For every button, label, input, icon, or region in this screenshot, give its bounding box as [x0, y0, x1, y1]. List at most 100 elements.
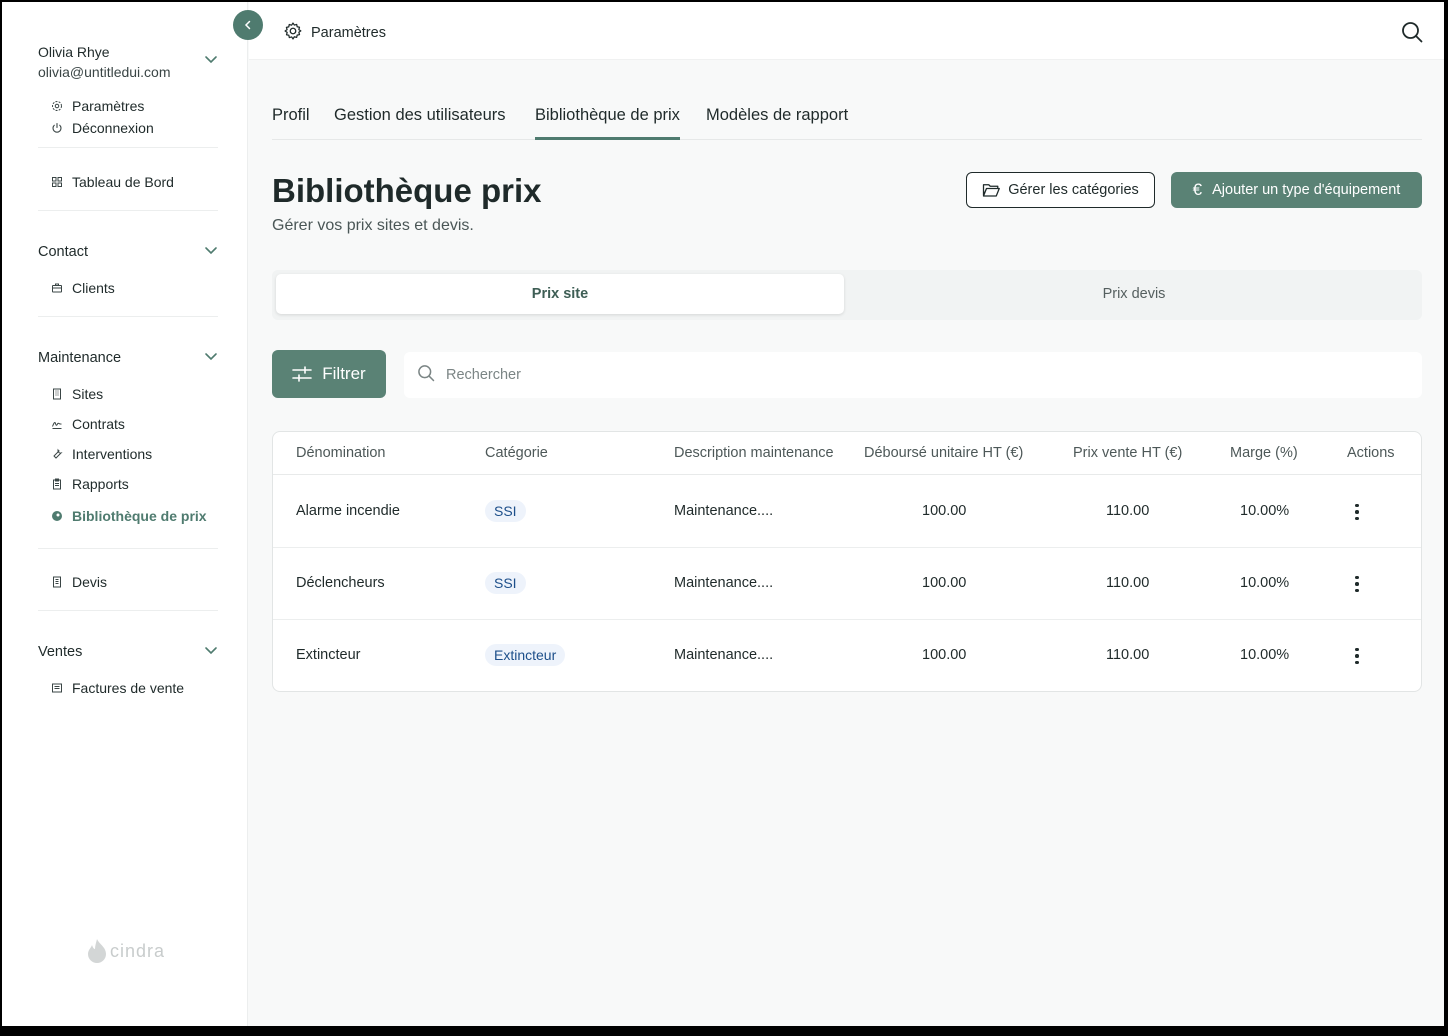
cell-description: Maintenance....	[674, 647, 774, 663]
topbar: Paramètres	[249, 2, 1444, 60]
power-icon	[50, 121, 64, 135]
cell-price: 110.00	[1106, 575, 1150, 591]
column-header: Déboursé unitaire HT (€)	[864, 445, 1024, 461]
divider	[38, 316, 218, 317]
more-actions-icon[interactable]	[1347, 500, 1367, 524]
more-actions-icon[interactable]	[1347, 572, 1367, 596]
sidebar-item-label: Contrats	[72, 416, 125, 432]
sidebar-item-label: Tableau de Bord	[72, 174, 174, 190]
divider	[38, 548, 218, 549]
tab-profil[interactable]: Profil	[272, 106, 310, 140]
column-header: Marge (%)	[1230, 445, 1298, 461]
section-title: Contact	[38, 244, 88, 260]
flame-icon	[88, 939, 106, 963]
add-equipment-label: Ajouter un type d'équipement	[1212, 182, 1401, 198]
divider	[38, 147, 218, 148]
search-input[interactable]	[446, 367, 1346, 383]
divider	[38, 610, 218, 611]
sidebar-item-rapports[interactable]: Rapports	[50, 474, 129, 494]
cell-cost: 100.00	[922, 503, 967, 519]
price-type-toggle: Prix site Prix devis	[272, 270, 1422, 320]
search-bar	[404, 352, 1422, 398]
category-badge: SSI	[485, 572, 526, 594]
tab-bibliotheque-de-prix[interactable]: Bibliothèque de prix	[535, 106, 680, 140]
add-equipment-type-button[interactable]: € Ajouter un type d'équipement	[1171, 172, 1422, 208]
more-actions-icon[interactable]	[1347, 644, 1367, 668]
price-table: Dénomination Catégorie Description maint…	[272, 431, 1422, 692]
column-header: Prix vente HT (€)	[1073, 445, 1183, 461]
sidebar-item-bibliotheque-de-prix[interactable]: Bibliothèque de prix	[50, 506, 207, 526]
sidebar-item-label: Factures de vente	[72, 680, 185, 696]
app-frame: Olivia Rhye olivia@untitledui.com Paramè…	[2, 2, 1444, 1026]
sidebar-item-label: Clients	[72, 280, 115, 296]
section-title: Maintenance	[38, 350, 122, 366]
sidebar-item-parametres[interactable]: Paramètres	[50, 96, 144, 116]
column-header: Catégorie	[485, 445, 548, 461]
tab-gestion-utilisateurs[interactable]: Gestion des utilisateurs	[334, 106, 506, 140]
invoice-icon	[50, 681, 64, 695]
settings-tabs: Profil Gestion des utilisateurs Biblioth…	[272, 106, 1422, 140]
sidebar-item-tableau-de-bord[interactable]: Tableau de Bord	[50, 172, 174, 192]
section-contact[interactable]: Contact	[38, 241, 218, 263]
cell-price: 110.00	[1106, 647, 1150, 663]
cell-name: Extincteur	[296, 647, 361, 663]
grid-icon	[50, 175, 64, 189]
wrench-icon	[50, 447, 64, 461]
sidebar-item-sites[interactable]: Sites	[50, 384, 103, 404]
price-icon	[50, 509, 64, 523]
signature-icon	[50, 417, 64, 431]
sidebar-item-label: Bibliothèque de prix	[72, 508, 207, 524]
brand-name: cindra	[110, 940, 166, 961]
section-maintenance[interactable]: Maintenance	[38, 347, 218, 369]
filter-label: Filtrer	[322, 364, 366, 383]
table-row[interactable]: Alarme incendie SSI Maintenance.... 100.…	[273, 476, 1421, 548]
sidebar-item-label: Déconnexion	[72, 120, 154, 136]
brand-logo: cindra	[86, 938, 165, 964]
search-icon[interactable]	[1400, 20, 1424, 44]
cell-name: Alarme incendie	[296, 503, 400, 519]
filter-button[interactable]: Filtrer	[272, 350, 386, 398]
user-email: olivia@untitledui.com	[38, 64, 171, 80]
sidebar-item-label: Interventions	[72, 446, 153, 462]
page-title: Bibliothèque prix	[272, 172, 542, 209]
sidebar-item-deconnexion[interactable]: Déconnexion	[50, 118, 154, 138]
sliders-icon	[292, 366, 313, 382]
chevron-left-icon	[244, 20, 251, 30]
page-subtitle: Gérer vos prix sites et devis.	[272, 217, 474, 234]
cell-description: Maintenance....	[674, 575, 774, 591]
table-row[interactable]: Déclencheurs SSI Maintenance.... 100.00 …	[273, 548, 1421, 620]
gear-icon	[50, 99, 64, 113]
sidebar-item-factures-de-vente[interactable]: Factures de vente	[50, 678, 184, 698]
chevron-down-icon[interactable]	[204, 52, 218, 71]
segment-prix-site[interactable]: Prix site	[276, 274, 844, 314]
sidebar-item-label: Rapports	[72, 476, 129, 492]
table-row[interactable]: Extincteur Extincteur Maintenance.... 10…	[273, 620, 1421, 691]
breadcrumb: Paramètres	[283, 21, 386, 45]
building-icon	[50, 387, 64, 401]
clipboard-icon	[50, 477, 64, 491]
folder-icon	[983, 184, 1001, 197]
segment-prix-devis[interactable]: Prix devis	[850, 274, 1418, 314]
section-ventes[interactable]: Ventes	[38, 641, 218, 663]
sidebar-item-interventions[interactable]: Interventions	[50, 444, 152, 464]
collapse-sidebar-button[interactable]	[233, 10, 263, 40]
chevron-down-icon	[204, 643, 218, 661]
sidebar-item-contrats[interactable]: Contrats	[50, 414, 125, 434]
chevron-down-icon	[204, 243, 218, 261]
user-menu[interactable]: Olivia Rhye olivia@untitledui.com	[38, 42, 218, 82]
sidebar-item-clients[interactable]: Clients	[50, 278, 115, 298]
column-header: Actions	[1347, 445, 1395, 461]
cell-description: Maintenance....	[674, 503, 774, 519]
tab-modeles-de-rapport[interactable]: Modèles de rapport	[706, 106, 848, 140]
sidebar-item-devis[interactable]: Devis	[50, 572, 107, 592]
search-icon	[416, 363, 436, 388]
briefcase-icon	[50, 281, 64, 295]
cell-name: Déclencheurs	[296, 575, 385, 591]
manage-categories-button[interactable]: Gérer les catégories	[966, 172, 1155, 208]
cell-margin: 10.00%	[1240, 575, 1290, 591]
sidebar-item-label: Devis	[72, 574, 108, 590]
sidebar-item-label: Sites	[72, 386, 104, 402]
sidebar: Olivia Rhye olivia@untitledui.com Paramè…	[2, 2, 248, 1026]
section-title: Ventes	[38, 644, 83, 660]
cell-cost: 100.00	[922, 575, 967, 591]
